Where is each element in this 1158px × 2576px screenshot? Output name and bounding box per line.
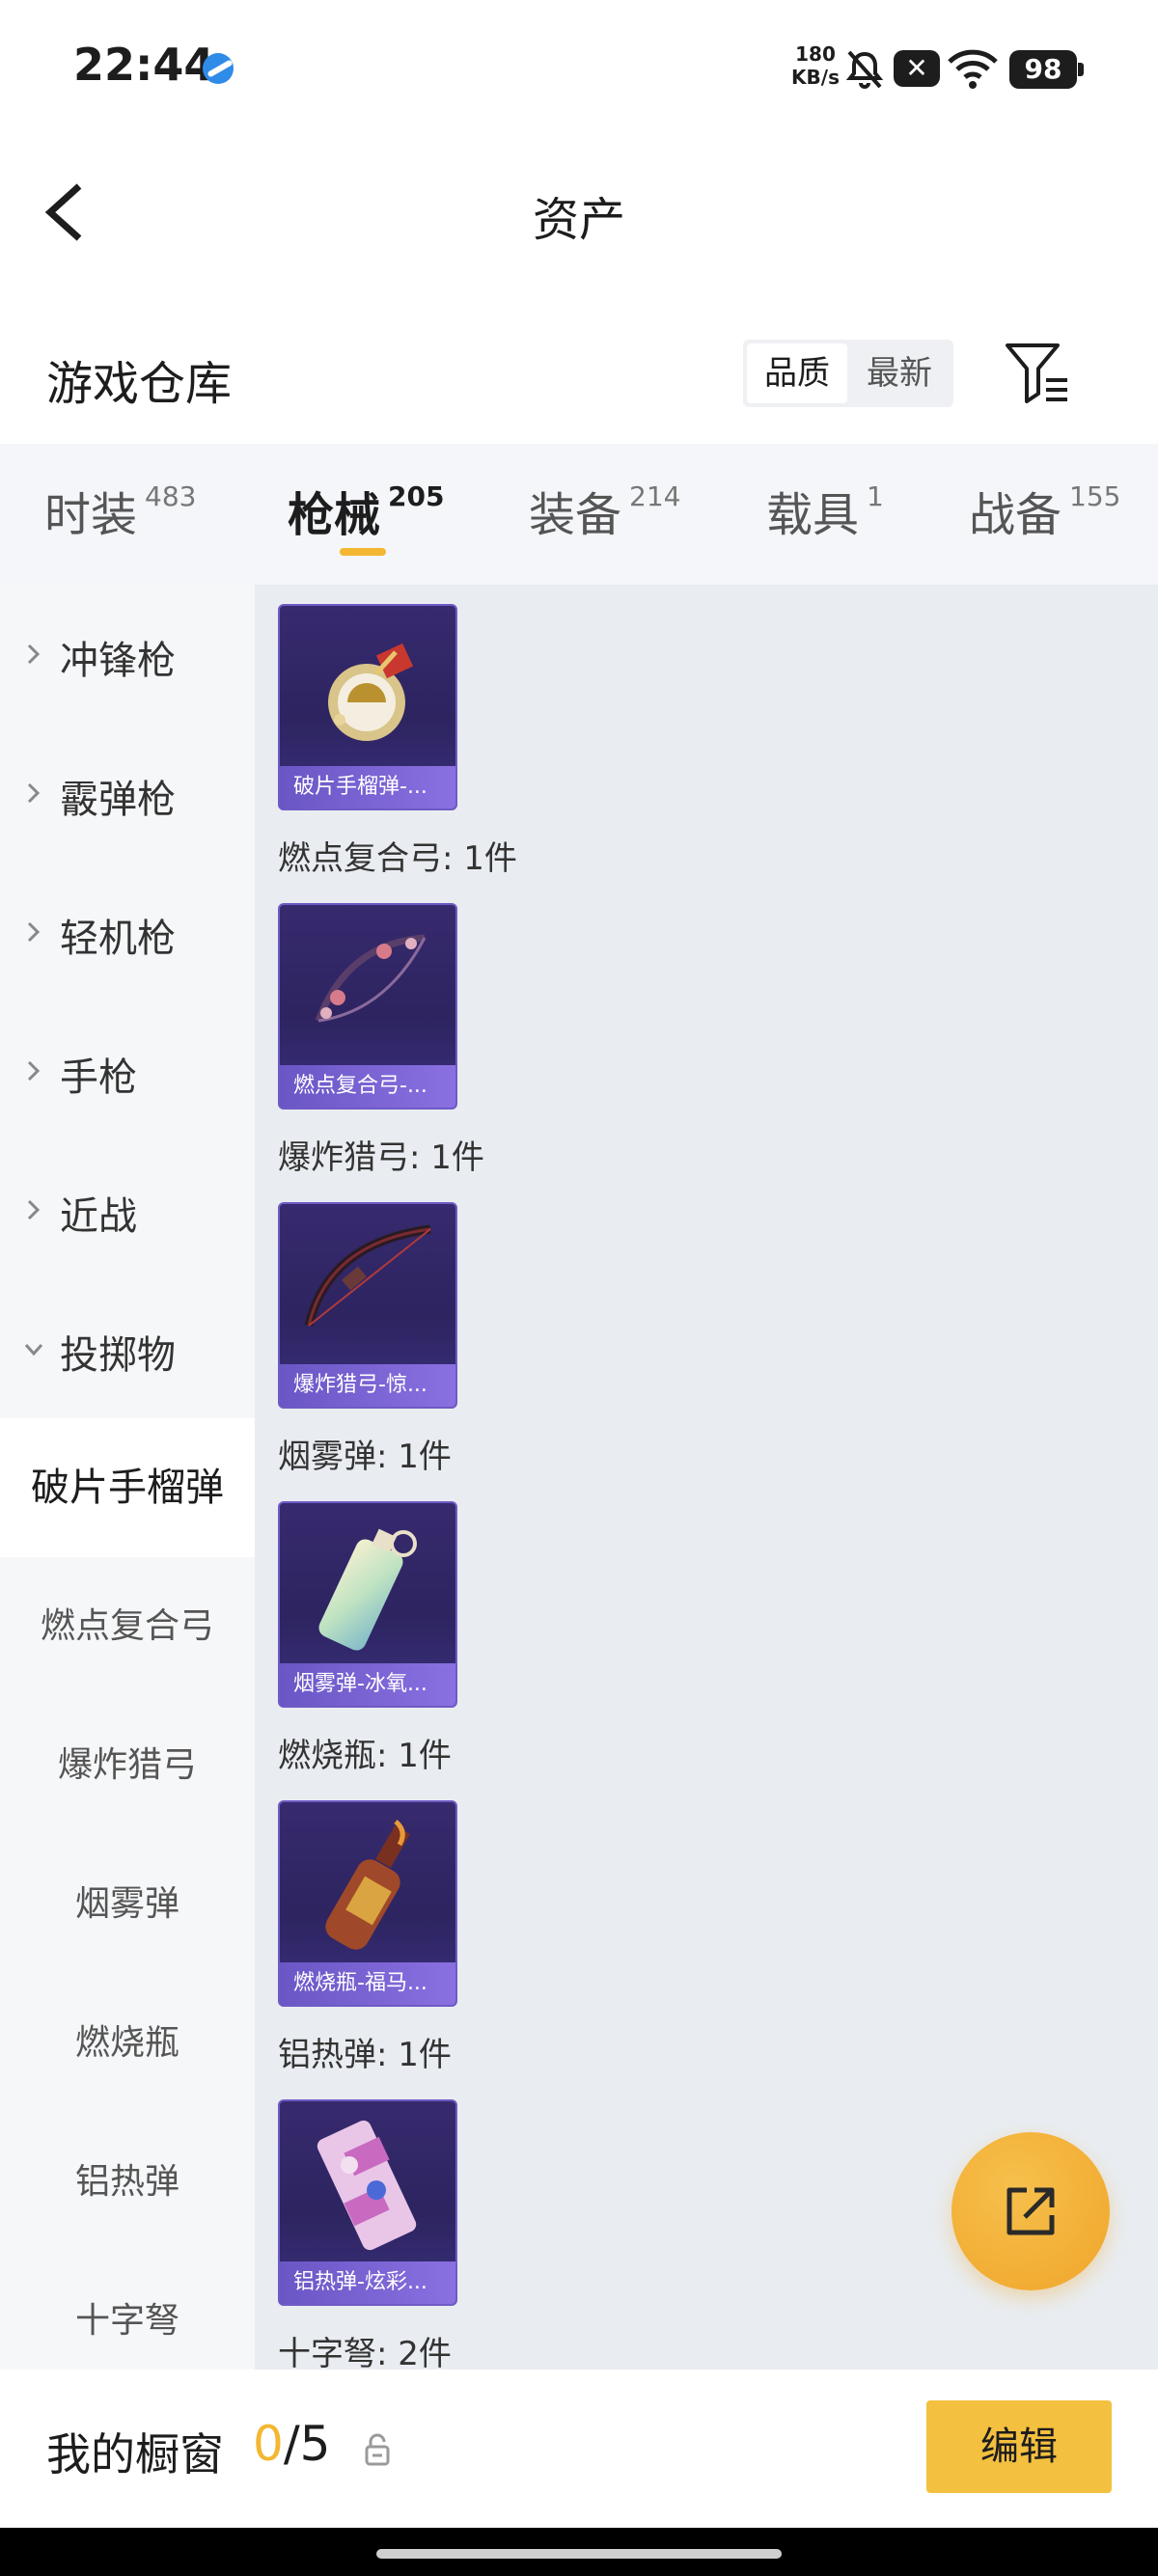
item-card[interactable]: 铝热弹-炫彩... — [278, 2099, 457, 2306]
tab-fashion[interactable]: 时装 483 — [44, 477, 196, 554]
sidebar-subitem-explosive-bow[interactable]: 爆炸猎弓 — [0, 1696, 255, 1835]
item-card[interactable]: 破片手榴弹-... — [278, 604, 457, 810]
tab-label: 载具 — [766, 488, 860, 542]
wifi-icon — [948, 49, 998, 89]
tab-label: 枪械 — [288, 488, 381, 542]
sidebar-item-smg[interactable]: 冲锋枪 — [0, 585, 255, 724]
tab-firearms[interactable]: 枪械 205 — [288, 477, 444, 554]
sidebar-subitem-thermite[interactable]: 铝热弹 — [0, 2113, 255, 2252]
sidebar-item-label: 霰弹枪 — [60, 778, 176, 822]
category-sidebar: 冲锋枪 霰弹枪 轻机枪 手枪 近战 投掷物 破片手榴弹 燃点复合弓 爆炸猎弓 烟… — [0, 585, 255, 2370]
warehouse-title: 游戏仓库 — [46, 357, 233, 411]
item-caption: 烟雾弹: 1件 — [278, 1438, 452, 1476]
sidebar-subitem-frag-grenade[interactable]: 破片手榴弹 — [0, 1418, 255, 1557]
showcase-count: 0/5 — [253, 2416, 330, 2472]
sidebar-subitem-compound-bow[interactable]: 燃点复合弓 — [0, 1557, 255, 1696]
sort-toggle: 品质 最新 — [743, 340, 953, 407]
thermite-icon — [317, 2120, 417, 2251]
gesture-bar — [0, 2528, 1158, 2576]
tab-vehicles[interactable]: 载具 1 — [766, 477, 884, 554]
compound-bow-icon — [315, 934, 427, 1023]
battery-icon: 98 — [1009, 50, 1084, 89]
chevron-right-icon — [27, 782, 41, 804]
share-button[interactable] — [951, 2132, 1110, 2290]
home-indicator[interactable] — [376, 2549, 782, 2559]
tab-label: 时装 — [44, 488, 138, 542]
tab-label: 装备 — [529, 488, 622, 542]
sidebar-item-label: 投掷物 — [60, 1333, 176, 1378]
status-bar: 22:44 180 KB/s ✕ 98 — [0, 0, 1158, 135]
showcase-used: 0 — [253, 2416, 284, 2472]
molotov-icon — [325, 1820, 410, 1950]
showcase-bar: 我的橱窗 0/5 编辑 — [0, 2370, 1158, 2528]
item-card[interactable]: 燃点复合弓-... — [278, 903, 457, 1110]
sidebar-item-label: 近战 — [60, 1194, 137, 1239]
chevron-right-icon — [27, 644, 41, 665]
item-list: 破片手榴弹-... 燃点复合弓: 1件 燃点复合弓-... 爆炸猎弓: 1件 爆 — [255, 585, 1158, 2370]
hunting-bow-icon — [304, 1224, 431, 1328]
tab-count: 483 — [145, 480, 197, 512]
item-caption: 爆炸猎弓: 1件 — [278, 1138, 484, 1177]
item-card[interactable]: 爆炸猎弓-惊... — [278, 1202, 457, 1409]
tab-count: 1 — [867, 480, 884, 512]
smoke-grenade-icon — [318, 1528, 417, 1651]
chevron-right-icon — [27, 1060, 41, 1082]
item-card-label: 爆炸猎弓-惊... — [280, 1364, 455, 1407]
tab-equipment[interactable]: 装备 214 — [529, 477, 680, 554]
chevron-right-icon — [27, 921, 41, 943]
assets-page: 22:44 180 KB/s ✕ 98 资产 游戏仓库 品质 最新 时装 483… — [0, 0, 1158, 2576]
item-caption: 燃烧瓶: 1件 — [278, 1737, 452, 1775]
sidebar-subitem-crossbow[interactable]: 十字弩 — [0, 2252, 255, 2370]
item-card-label: 破片手榴弹-... — [280, 766, 455, 808]
browser-app-icon — [203, 53, 234, 84]
tab-tactical[interactable]: 战备 155 — [969, 477, 1120, 554]
item-card-label: 燃点复合弓-... — [280, 1065, 455, 1108]
status-time: 22:44 — [73, 39, 215, 91]
chevron-down-icon — [24, 1344, 43, 1357]
nav-header: 资产 — [0, 135, 1158, 280]
close-box-icon: ✕ — [894, 50, 940, 87]
net-speed: 180 KB/s — [786, 42, 844, 89]
sort-by-quality[interactable]: 品质 — [747, 343, 847, 403]
tab-count: 155 — [1069, 480, 1121, 512]
active-tab-indicator — [340, 548, 386, 556]
item-card[interactable]: 燃烧瓶-福马... — [278, 1800, 457, 2007]
item-caption: 铝热弹: 1件 — [278, 2036, 452, 2074]
net-speed-unit: KB/s — [791, 66, 840, 89]
tab-count: 205 — [388, 480, 445, 512]
item-card-label: 烟雾弹-冰氧... — [280, 1663, 455, 1706]
bell-muted-icon — [845, 50, 884, 89]
showcase-total: /5 — [283, 2416, 331, 2472]
sidebar-item-label: 冲锋枪 — [60, 639, 176, 683]
lock-icon — [365, 2433, 390, 2466]
item-card-label: 铝热弹-炫彩... — [280, 2261, 455, 2304]
filter-icon[interactable] — [1004, 342, 1071, 405]
share-external-icon — [1006, 2187, 1055, 2235]
category-tabs: 时装 483 枪械 205 装备 214 载具 1 战备 155 — [0, 444, 1158, 585]
sidebar-item-label: 轻机枪 — [60, 917, 176, 961]
page-title: 资产 — [532, 193, 625, 247]
edit-button[interactable]: 编辑 — [926, 2400, 1112, 2493]
grenade-icon — [328, 643, 414, 741]
warehouse-header: 游戏仓库 品质 最新 — [0, 318, 1158, 444]
sidebar-subitem-molotov[interactable]: 燃烧瓶 — [0, 1974, 255, 2113]
sidebar-item-shotgun[interactable]: 霰弹枪 — [0, 724, 255, 863]
showcase-label: 我的橱窗 — [46, 2428, 224, 2480]
sidebar-subitem-smoke-grenade[interactable]: 烟雾弹 — [0, 1835, 255, 1974]
sidebar-item-label: 手枪 — [60, 1055, 137, 1100]
tab-label: 战备 — [969, 488, 1062, 542]
item-caption: 燃点复合弓: 1件 — [278, 839, 517, 878]
item-card-label: 燃烧瓶-福马... — [280, 1962, 455, 2005]
sidebar-item-pistol[interactable]: 手枪 — [0, 1001, 255, 1140]
sort-by-newest[interactable]: 最新 — [849, 343, 950, 403]
net-speed-value: 180 — [795, 42, 836, 66]
sidebar-item-throwables[interactable]: 投掷物 — [0, 1279, 255, 1418]
sidebar-item-lmg[interactable]: 轻机枪 — [0, 863, 255, 1001]
chevron-right-icon — [27, 1199, 41, 1220]
item-caption: 十字弩: 2件 — [278, 2335, 452, 2370]
tab-count: 214 — [629, 480, 681, 512]
item-card[interactable]: 烟雾弹-冰氧... — [278, 1501, 457, 1708]
sidebar-item-melee[interactable]: 近战 — [0, 1140, 255, 1279]
